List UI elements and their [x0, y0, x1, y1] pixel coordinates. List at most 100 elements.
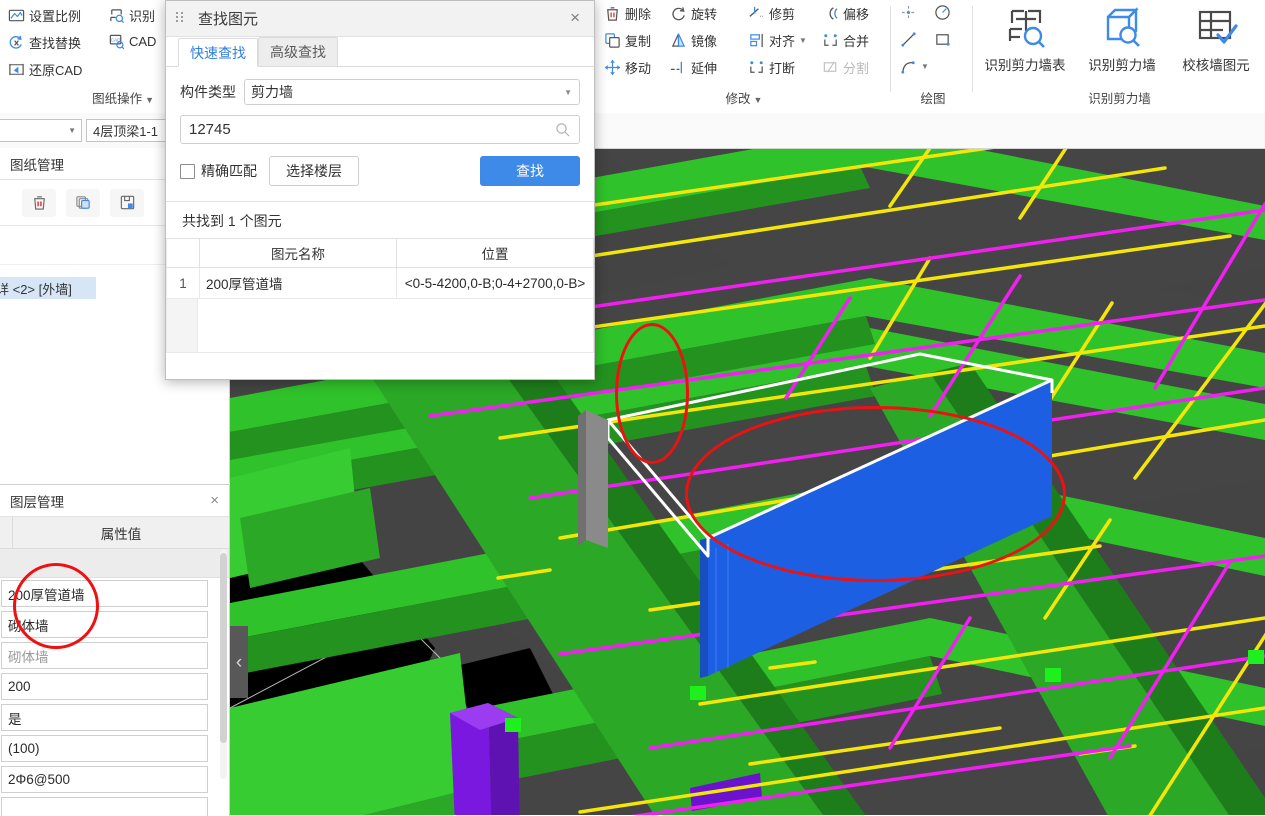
column-header-value: 属性值 [100, 526, 142, 542]
search-icon[interactable] [555, 122, 571, 138]
copy-drawing-button[interactable] [66, 188, 100, 217]
ribbon-item-align[interactable]: 对齐 ▼ [748, 31, 807, 50]
property-value-text: 砌体墙 [8, 649, 49, 665]
ribbon-item-break[interactable]: 打断 [748, 58, 795, 77]
property-value-field[interactable]: 200 [1, 673, 208, 700]
component-type-dropdown[interactable]: 墙 ▼ [0, 119, 82, 142]
layer-panel-scrollbar[interactable] [220, 549, 227, 779]
ribbon-item-label: 修剪 [769, 7, 796, 22]
close-icon[interactable]: × [570, 9, 580, 26]
close-icon[interactable]: × [210, 493, 219, 508]
ribbon-group-label-text: 图纸操作 [92, 92, 143, 106]
check-wall-element-icon [1170, 2, 1262, 54]
property-row [0, 795, 229, 816]
column-header-name: 图元名称 [199, 238, 397, 268]
property-row: 是 [0, 702, 229, 733]
ribbon-item-delete[interactable]: 删除 [604, 4, 651, 23]
delete-icon [607, 7, 618, 21]
property-value-field[interactable] [1, 797, 208, 816]
ribbon-item-offset[interactable]: 偏移 [822, 4, 869, 23]
ribbon-item-label: 对齐 [769, 34, 796, 49]
property-value-field[interactable]: 砌体墙 [1, 642, 208, 669]
layer-table-header: 属性值 [0, 517, 229, 549]
dialog-tabs: 快速查找 高级查找 [166, 37, 594, 67]
circle-icon [935, 5, 950, 20]
chevron-down-icon[interactable]: ▼ [68, 126, 76, 135]
line-icon [901, 32, 916, 47]
ribbon-item-label: 镜像 [691, 34, 718, 49]
ribbon-item-label: 复制 [625, 34, 652, 49]
drawing-list-item-selected[interactable]: 详 <2> [外墙] [0, 277, 96, 299]
layer-manager-header: 图层管理 × [0, 485, 229, 517]
tab-quick-find[interactable]: 快速查找 [178, 38, 258, 67]
chevron-down-icon[interactable]: ▼ [799, 36, 807, 45]
result-summary: 共找到 1 个图元 [182, 213, 282, 229]
property-value-field[interactable]: 200厚管道墙 [1, 580, 208, 607]
cad-icon: CAD [109, 34, 125, 50]
ribbon-item-recognize-wall[interactable]: 识别剪力墙 [1076, 2, 1168, 74]
split-icon [823, 61, 837, 73]
property-value-field[interactable]: 是 [1, 704, 208, 731]
dialog-actions-row: 精确匹配 选择楼层 查找 [166, 156, 594, 186]
ribbon-item-point[interactable] [900, 4, 917, 21]
search-input[interactable]: 12745 [180, 115, 580, 144]
move-icon [604, 59, 621, 76]
ribbon-item-cad[interactable]: CAD CAD [108, 33, 156, 50]
property-value-text: 200厚管道墙 [8, 587, 85, 603]
property-value-text: 砌体墙 [8, 618, 49, 634]
table-row[interactable]: 1 200厚管道墙 <0-5-4200,0-B;0-4+2700,0-B> [166, 267, 594, 299]
ribbon-item-recognize-wall-table[interactable]: 识别剪力墙表 [979, 2, 1071, 74]
select-floor-button[interactable]: 选择楼层 [269, 156, 359, 186]
results-empty-area [166, 299, 594, 353]
ribbon-item-find-replace[interactable]: 查找替换 [8, 33, 81, 52]
ribbon-item-extend[interactable]: 延伸 [670, 58, 717, 77]
ribbon-item-rotate[interactable]: 旋转 [670, 4, 717, 23]
panel-title: 图纸管理 [10, 157, 64, 173]
property-row: 200 [0, 671, 229, 702]
ribbon-item-merge[interactable]: 合并 [822, 31, 869, 50]
ribbon-item-copy[interactable]: 复制 [604, 31, 651, 50]
tab-advanced-find[interactable]: 高级查找 [258, 37, 338, 66]
tab-label: 快速查找 [190, 44, 246, 61]
ribbon-item-set-scale[interactable]: 设置比例 [8, 6, 81, 25]
column-header-position: 位置 [396, 238, 594, 268]
ribbon-item-trim[interactable]: 修剪 [748, 4, 795, 23]
chevron-down-icon[interactable]: ▼ [921, 62, 929, 71]
dialog-title-bar[interactable]: 查找图元 × [166, 1, 594, 37]
ribbon-item-move[interactable]: 移动 [604, 58, 651, 77]
ribbon-item-rectangle[interactable] [934, 31, 951, 48]
column-header-index [166, 238, 200, 268]
chevron-down-icon[interactable]: ▼ [564, 88, 572, 97]
ribbon-group-label: 修改 ▼ [598, 88, 890, 107]
break-icon [750, 61, 763, 73]
component-type-select[interactable]: 剪力墙 ▼ [244, 79, 580, 105]
find-button[interactable]: 查找 [480, 156, 580, 186]
ribbon-item-arc[interactable]: ▼ [900, 58, 929, 75]
property-value-field[interactable]: 砌体墙 [1, 611, 208, 638]
chevron-down-icon[interactable]: ▼ [754, 95, 763, 105]
property-row: (100) [0, 733, 229, 764]
property-row: 2Φ6@500 [0, 764, 229, 795]
ribbon-item-restore-cad[interactable]: 还原CAD [8, 60, 82, 79]
ribbon-item-circle[interactable] [934, 4, 951, 21]
drawing-name-field[interactable]: 4层顶梁1-1 [86, 119, 170, 142]
find-element-dialog: 查找图元 × 快速查找 高级查找 构件类型 剪力墙 ▼ 12745 精确匹配 选… [165, 0, 595, 380]
save-drawing-button[interactable] [110, 188, 144, 217]
exact-match-checkbox[interactable]: 精确匹配 [180, 161, 257, 181]
property-value-text: (100) [8, 741, 40, 756]
arc-icon [901, 61, 915, 74]
chevron-down-icon[interactable]: ▼ [145, 95, 154, 105]
drag-grip-icon[interactable] [176, 12, 185, 25]
property-value-field[interactable]: 2Φ6@500 [1, 766, 208, 793]
ribbon-group-recognize-shear-wall: 识别剪力墙表 识别剪力墙 校核墙图元 识别剪力墙 [974, 0, 1265, 113]
property-value-field[interactable]: (100) [1, 735, 208, 762]
property-row: 砌体墙 [0, 609, 229, 640]
ribbon-item-check-wall-element[interactable]: 校核墙图元 [1170, 2, 1262, 74]
find-replace-icon [9, 35, 22, 49]
ribbon-item-recognize[interactable]: 识别 [108, 6, 155, 25]
ribbon-item-line[interactable] [900, 31, 917, 48]
ribbon-item-label: 旋转 [691, 7, 718, 22]
property-row: 砌体墙 [0, 640, 229, 671]
delete-drawing-button[interactable] [22, 188, 56, 217]
ribbon-item-mirror[interactable]: 镜像 [670, 31, 717, 50]
